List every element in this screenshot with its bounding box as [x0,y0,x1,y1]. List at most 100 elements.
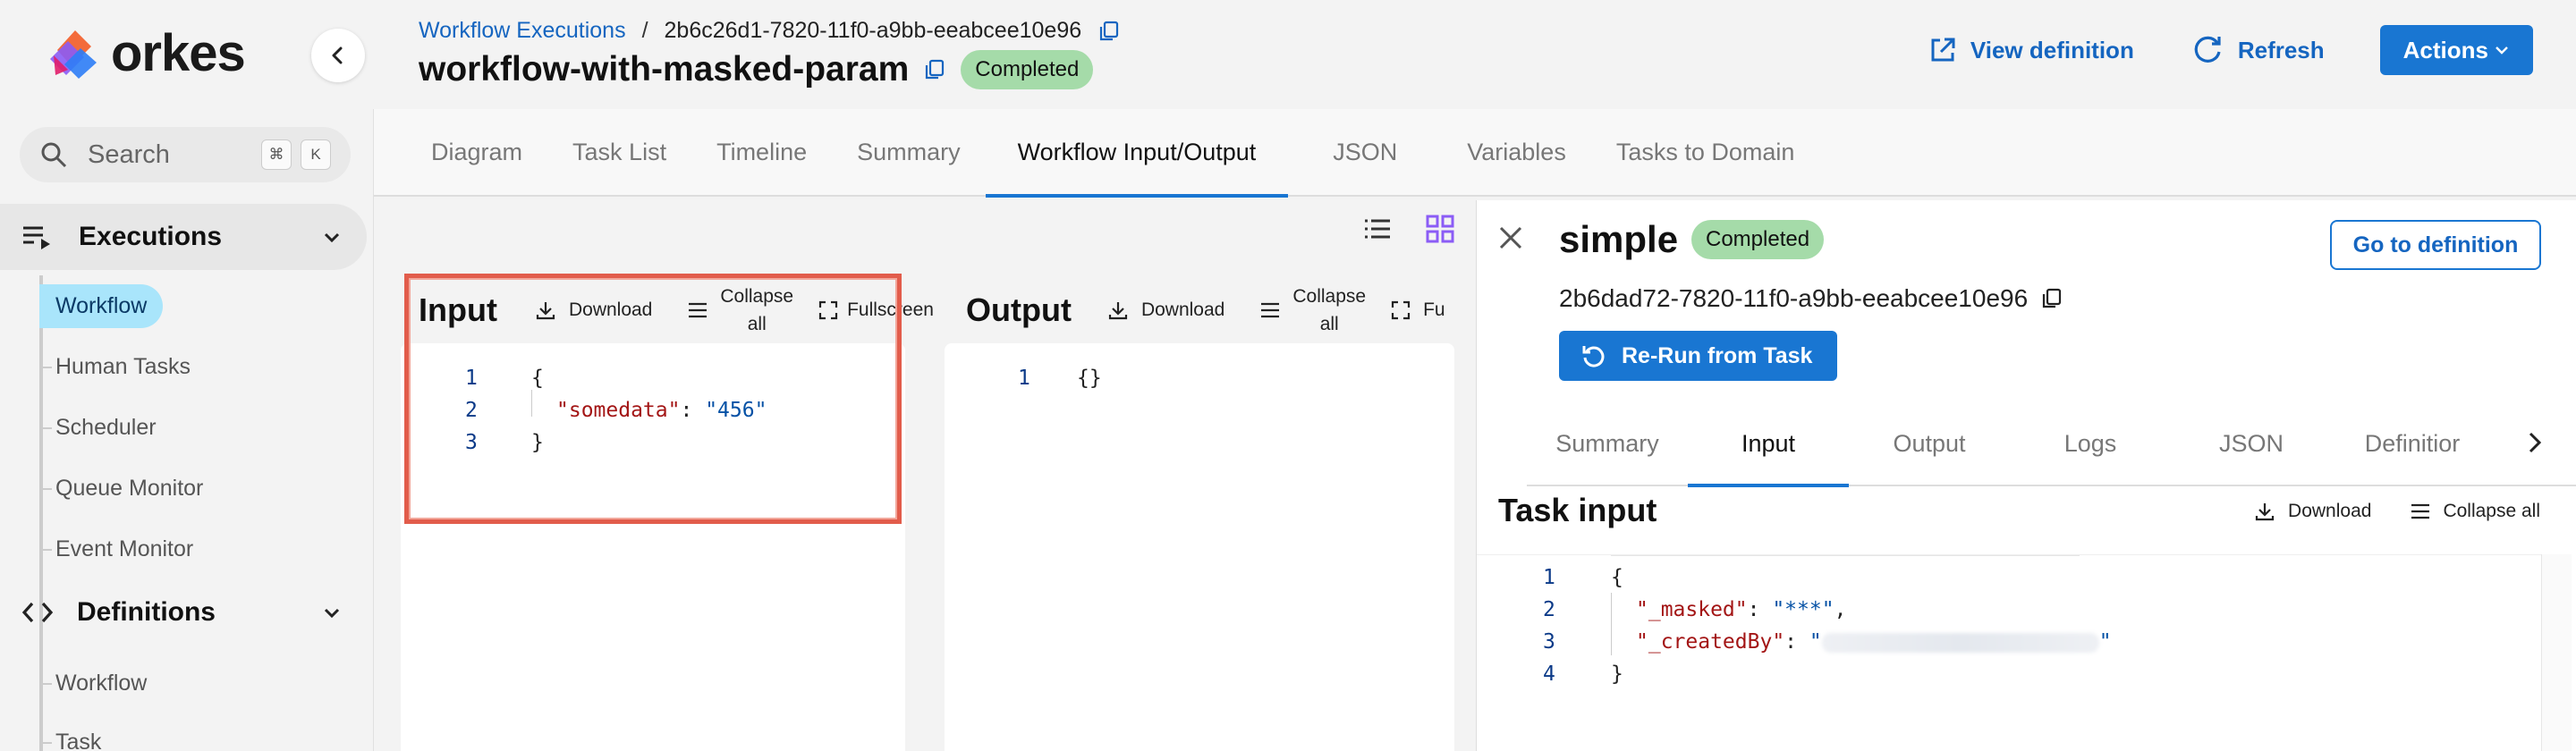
output-download-button[interactable]: Download [1107,300,1224,321]
sidebar-item-queue-monitor[interactable]: Queue Monitor [55,476,203,502]
tree-tick [39,488,52,490]
output-download-label: Download [1140,300,1225,320]
json-value: "***" [1772,598,1835,621]
tab-variables[interactable]: Variables [1442,108,1591,196]
line-number: 3 [1543,630,1555,654]
task-input-title: Task input [1498,492,1657,528]
chevron-down-icon [324,608,340,619]
sidebar-item-workflow[interactable]: Workflow [39,284,164,328]
executions-label: Executions [79,222,223,251]
tree-tick [39,742,52,744]
chevron-right-icon[interactable] [2525,429,2545,456]
replay-icon [1582,346,1605,367]
title-row: workflow-with-masked-param Completed [419,50,1094,89]
task-input-download-label: Download [2288,501,2372,521]
tab-diagram[interactable]: Diagram [406,108,547,196]
task-input-collapse-label: Collapse all [2443,501,2540,521]
tab-json[interactable]: JSON [1288,108,1442,196]
copy-title-icon[interactable] [923,58,946,81]
refresh-button[interactable]: Refresh [2190,32,2325,68]
task-tab-summary[interactable]: Summary [1527,401,1688,485]
task-tab-logs[interactable]: Logs [2010,401,2171,485]
output-code-editor[interactable]: 1 {} [945,343,1454,751]
kbd-cmd: ⌘ [261,139,292,170]
json-comma: , [1834,598,1847,621]
breadcrumb-separator: / [641,18,648,43]
output-collapse-label: Collapse all [1292,283,1366,338]
json-key: "_masked" [1636,598,1748,621]
sidebar-item-def-task[interactable]: Task [55,730,101,751]
breadcrumb-workflow-id: 2b6c26d1-7820-11f0-a9bb-eeabcee10e96 [664,18,1082,43]
download-icon [1108,302,1128,320]
task-name: simple [1559,218,1679,260]
rerun-from-task-button[interactable]: Re-Run from Task [1559,331,1838,381]
output-fullscreen-button[interactable]: Fu [1391,300,1445,321]
chevron-down-icon [2496,46,2508,55]
go-to-definition-button[interactable]: Go to definition [2330,220,2541,270]
sidebar-section-executions[interactable]: Executions [0,204,367,270]
menu-icon [1261,302,1280,318]
sidebar-section-definitions[interactable]: Definitions [0,579,367,646]
tree-tick [39,427,52,429]
editor-scrollbar[interactable] [2541,554,2572,751]
tree-tick [39,549,52,551]
task-tab-input[interactable]: Input [1688,401,1849,487]
tab-tasks-to-domain[interactable]: Tasks to Domain [1591,108,1820,196]
json-key: "_createdBy" [1636,630,1785,654]
copy-icon[interactable] [1097,20,1121,43]
search-icon [41,142,67,168]
sidebar-item-def-workflow[interactable]: Workflow [55,671,147,696]
sidebar: Search ⌘ K Executions Workflow Human Tas… [0,109,374,751]
json-quote-open: " [1809,630,1822,654]
output-collapse-all-button[interactable]: Collapse all [1260,283,1366,338]
rerun-label: Re-Run from Task [1622,342,1813,368]
tab-timeline[interactable]: Timeline [691,108,832,196]
task-tab-output[interactable]: Output [1849,401,2010,485]
task-input-collapse-all-button[interactable]: Collapse all [2411,501,2540,522]
task-input-code-editor[interactable]: 1 { 2 "_masked": "***", 3 "_createdBy": … [1477,554,2541,751]
list-view-icon[interactable] [1363,217,1392,240]
task-details-drawer: simple Completed Go to definition 2b6dad… [1476,200,2576,751]
tree-tick [39,367,52,368]
line-number: 1 [1543,566,1555,589]
search-input[interactable]: Search ⌘ K [20,127,351,182]
actions-label: Actions [2402,36,2488,63]
tab-task-list[interactable]: Task List [547,108,691,196]
code-text: } [1611,662,1623,686]
chevron-down-icon [324,232,340,243]
view-definition-label: View definition [1970,36,2134,63]
orkes-logo[interactable]: orkes [45,23,246,82]
output-pane-title: Output [966,291,1072,328]
breadcrumb: Workflow Executions / 2b6c26d1-7820-11f0… [419,18,1121,44]
view-definition-button[interactable]: View definition [1928,35,2134,65]
code-icon [21,602,54,623]
workflow-status-badge: Completed [961,50,1094,89]
sidebar-item-event-monitor[interactable]: Event Monitor [55,536,193,562]
chevron-left-icon [332,46,343,64]
task-input-download-button[interactable]: Download [2254,501,2371,522]
line-number: 1 [1018,367,1030,390]
task-tab-json[interactable]: JSON [2171,401,2332,485]
task-tabs: Summary Input Output Logs JSON Definitio… [1527,401,2576,487]
task-tab-definition[interactable]: Definitior [2332,401,2493,485]
header-actions: View definition Refresh Actions [1928,25,2533,75]
app-header: orkes Workflow Executions / 2b6c26d1-782… [0,0,2576,109]
output-pane-header: Output Download Collapse all Fu [966,283,1445,338]
output-collapse-1: Collapse [1292,286,1367,307]
tab-workflow-input-output[interactable]: Workflow Input/Output [985,108,1289,198]
collapse-sidebar-button[interactable] [311,29,365,82]
close-icon[interactable] [1496,224,1525,252]
tab-summary[interactable]: Summary [832,108,986,196]
fullscreen-icon [1391,300,1411,320]
download-icon [2255,503,2275,521]
definitions-label: Definitions [77,597,216,627]
redacted-value [1821,632,2099,653]
breadcrumb-workflow-executions[interactable]: Workflow Executions [419,18,626,44]
copy-icon[interactable] [2040,287,2063,310]
refresh-icon [2194,36,2221,63]
sidebar-item-scheduler[interactable]: Scheduler [55,415,157,441]
editor-rule [1611,555,2080,556]
actions-button[interactable]: Actions [2379,25,2533,75]
sidebar-item-human-tasks[interactable]: Human Tasks [55,354,191,380]
grid-view-icon[interactable] [1426,215,1454,243]
